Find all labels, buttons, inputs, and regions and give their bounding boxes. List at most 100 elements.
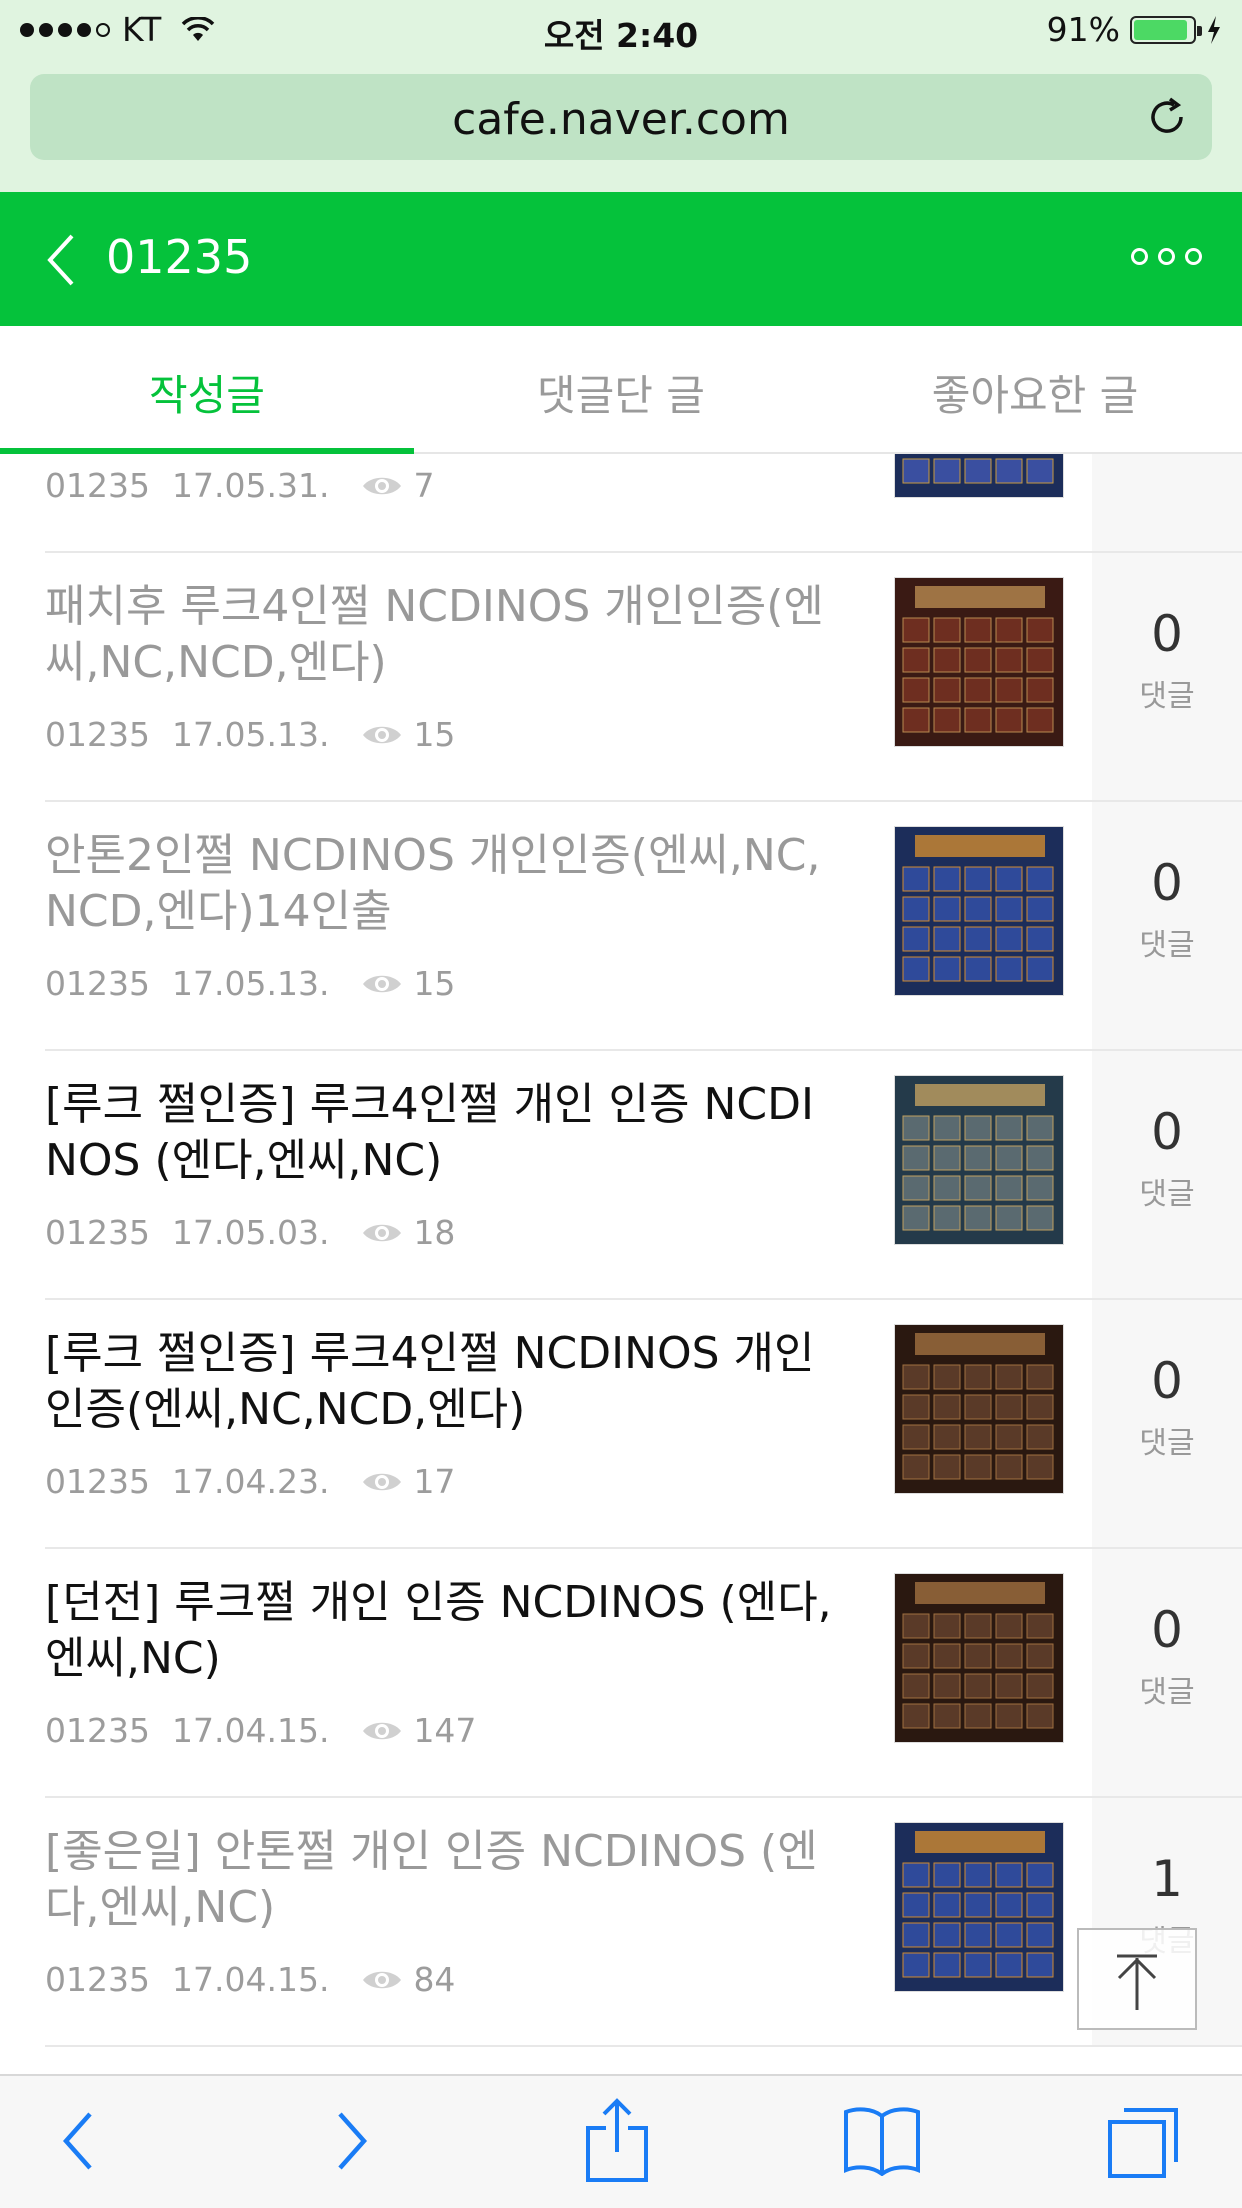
post-date: 17.04.15. <box>171 1960 330 1999</box>
comment-count: 0 <box>1151 1103 1183 1161</box>
post-title[interactable]: [루크 쩔인증] 루크4인쩔 개인 인증 NCDI NOS (엔다,엔씨,NC) <box>45 1077 855 1189</box>
post-views: 15 <box>413 964 456 1003</box>
post-author: 01235 <box>45 964 150 1003</box>
post-title[interactable]: 안톤2인쩔 NCDINOS 개인인증(엔씨,NC, NCD,엔다)14인출 <box>45 828 855 940</box>
tab-my-posts[interactable]: 작성글 <box>0 326 414 454</box>
post-meta: 01235 17.04.15. 84 <box>45 1960 455 1999</box>
post-date: 17.05.31. <box>171 466 330 505</box>
more-dots-icon[interactable] <box>1131 248 1202 265</box>
tab-bar: 작성글 댓글단 글 좋아요한 글 <box>0 326 1242 454</box>
back-arrow-icon[interactable] <box>58 2106 98 2176</box>
battery-fill <box>1134 19 1187 40</box>
eye-icon <box>363 477 402 494</box>
browser-toolbar <box>0 2074 1242 2208</box>
comment-count: 0 <box>1151 854 1183 912</box>
comment-label: 댓글 <box>1139 1675 1195 1710</box>
post-thumbnail[interactable] <box>894 1573 1064 1743</box>
post-meta: 01235 17.05.13. 15 <box>45 964 455 1003</box>
post-author: 01235 <box>45 1213 150 1252</box>
comment-count-box[interactable]: 0 댓글 <box>1092 1051 1242 1300</box>
status-bar: KT 오전 2:40 91% <box>0 0 1242 62</box>
battery-icon <box>1130 15 1202 44</box>
bookmarks-icon[interactable] <box>842 2104 922 2176</box>
comment-label: 댓글 <box>1139 1426 1195 1461</box>
post-title[interactable]: [루크 쩔인증] 루크4인쩔 NCDINOS 개인 인증(엔씨,NC,NCD,엔… <box>45 1326 855 1438</box>
post-author: 01235 <box>45 1711 150 1750</box>
list-item[interactable]: [루크 쩔인증] 루크4인쩔 개인 인증 NCDI NOS (엔다,엔씨,NC)… <box>0 1051 1242 1300</box>
eye-icon <box>363 1971 402 1988</box>
post-views: 15 <box>413 715 456 754</box>
post-date: 17.05.13. <box>171 964 330 1003</box>
post-thumbnail[interactable] <box>894 454 1064 498</box>
post-meta: 01235 17.04.15. 147 <box>45 1711 476 1750</box>
post-date: 17.05.03. <box>171 1213 330 1252</box>
comment-count-box[interactable]: 0 댓글 <box>1092 1300 1242 1549</box>
post-date: 17.04.23. <box>171 1462 330 1501</box>
post-title[interactable]: 패치후 루크4인쩔 NCDINOS 개인인증(엔 씨,NC,NCD,엔다) <box>45 579 855 691</box>
post-author: 01235 <box>45 1960 150 1999</box>
reload-icon[interactable] <box>1144 94 1190 140</box>
comment-count: 0 <box>1151 1352 1183 1410</box>
comment-label: 댓글 <box>1139 1177 1195 1212</box>
list-item[interactable]: 안톤2인쩔 NCDINOS 개인인증(엔씨,NC, NCD,엔다)14인출 012… <box>0 802 1242 1051</box>
post-thumbnail[interactable] <box>894 1324 1064 1494</box>
post-views: 84 <box>413 1960 456 1999</box>
page-title: 01235 <box>106 230 253 284</box>
post-thumbnail[interactable] <box>894 1822 1064 1992</box>
comment-count: 0 <box>1151 605 1183 663</box>
eye-icon <box>363 1722 402 1739</box>
address-url[interactable]: cafe.naver.com <box>30 94 1212 145</box>
list-item[interactable]: 패치후 루크4인쩔 NCDINOS 개인인증(엔 씨,NC,NCD,엔다) 012… <box>0 553 1242 802</box>
cafe-header: 01235 <box>0 192 1242 326</box>
comment-count-box[interactable]: 0 댓글 <box>1092 1549 1242 1798</box>
post-views: 7 <box>413 466 435 505</box>
address-bar[interactable]: cafe.naver.com <box>30 74 1212 160</box>
eye-icon <box>363 1473 402 1490</box>
post-meta: 01235 17.05.03. 18 <box>45 1213 455 1252</box>
battery-percent: 91% <box>1046 10 1120 49</box>
comment-count: 0 <box>1151 1601 1183 1659</box>
post-date: 17.05.13. <box>171 715 330 754</box>
arrow-up-icon <box>1117 1954 1157 2010</box>
tab-liked-posts[interactable]: 좋아요한 글 <box>828 326 1242 452</box>
post-views: 147 <box>413 1711 477 1750</box>
post-author: 01235 <box>45 715 150 754</box>
share-icon[interactable] <box>582 2096 652 2186</box>
post-meta: 01235 17.04.23. 17 <box>45 1462 455 1501</box>
post-views: 18 <box>413 1213 456 1252</box>
comment-label: 댓글 <box>1139 928 1195 963</box>
post-title[interactable]: [던전] 루크쩔 개인 인증 NCDINOS (엔다, 엔씨,NC) <box>45 1575 855 1687</box>
comment-count-box[interactable]: 0 댓글 <box>1092 553 1242 802</box>
list-item[interactable]: [루크 쩔인증] 루크4인쩔 NCDINOS 개인 인증(엔씨,NC,NCD,엔… <box>0 454 1242 553</box>
list-item[interactable]: [루크 쩔인증] 루크4인쩔 NCDINOS 개인 인증(엔씨,NC,NCD,엔… <box>0 1300 1242 1549</box>
comment-count-box[interactable]: 댓글 <box>1092 454 1242 553</box>
divider <box>45 2045 1242 2047</box>
post-meta: 01235 17.05.31. 7 <box>45 466 434 505</box>
post-author: 01235 <box>45 466 150 505</box>
eye-icon <box>363 975 402 992</box>
post-meta: 01235 17.05.13. 15 <box>45 715 455 754</box>
charging-bolt-icon <box>1208 15 1220 44</box>
tabs-icon[interactable] <box>1104 2102 1184 2182</box>
post-thumbnail[interactable] <box>894 577 1064 747</box>
post-views: 17 <box>413 1462 456 1501</box>
forward-arrow-icon[interactable] <box>332 2106 372 2176</box>
status-right: 91% <box>1047 10 1222 49</box>
post-thumbnail[interactable] <box>894 826 1064 996</box>
scroll-top-button[interactable] <box>1077 1928 1197 2030</box>
post-date: 17.04.15. <box>171 1711 330 1750</box>
chevron-left-icon[interactable] <box>44 232 78 288</box>
eye-icon <box>363 1224 402 1241</box>
post-author: 01235 <box>45 1462 150 1501</box>
post-list: [루크 쩔인증] 루크4인쩔 NCDINOS 개인 인증(엔씨,NC,NCD,엔… <box>0 454 1242 2074</box>
tab-commented-posts[interactable]: 댓글단 글 <box>414 326 828 452</box>
list-item[interactable]: [좋은일] 안톤쩔 개인 인증 NCDINOS (엔 다,엔씨,NC) 01235… <box>0 1798 1242 2047</box>
comment-count-box[interactable]: 0 댓글 <box>1092 802 1242 1051</box>
comment-count: 1 <box>1151 1850 1183 1908</box>
list-item[interactable]: [던전] 루크쩔 개인 인증 NCDINOS (엔다, 엔씨,NC) 01235 1… <box>0 1549 1242 1798</box>
post-thumbnail[interactable] <box>894 1075 1064 1245</box>
post-title[interactable]: [좋은일] 안톤쩔 개인 인증 NCDINOS (엔 다,엔씨,NC) <box>45 1824 855 1936</box>
comment-label: 댓글 <box>1139 679 1195 714</box>
eye-icon <box>363 726 402 743</box>
browser-address-area: cafe.naver.com <box>0 62 1242 192</box>
